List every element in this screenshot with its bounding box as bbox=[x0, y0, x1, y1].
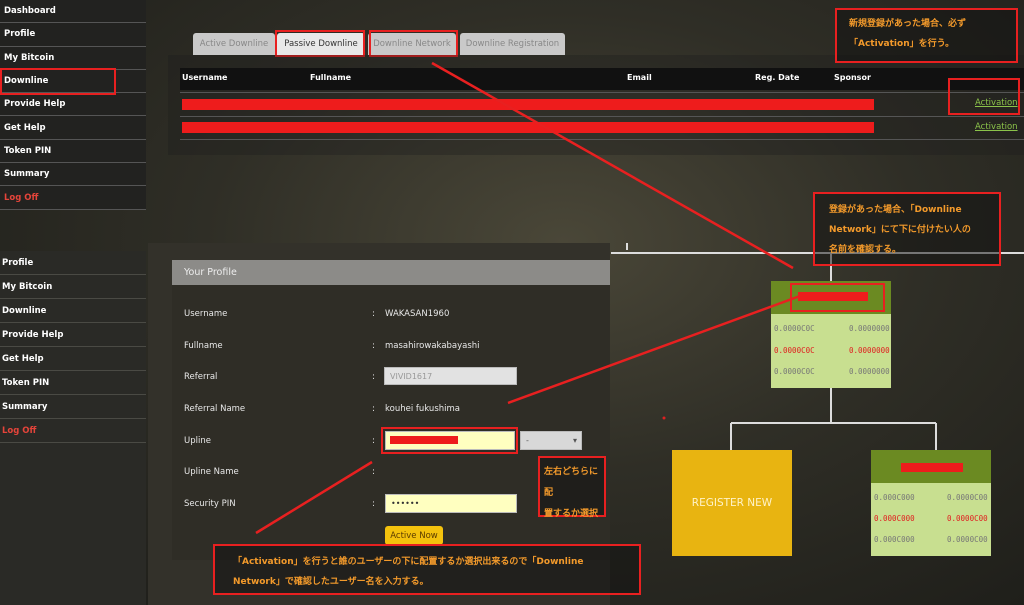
node-value: 0.0000C0C bbox=[774, 324, 815, 333]
node-value: 0.000C000 bbox=[874, 535, 915, 544]
register-new-slot[interactable]: REGISTER NEW bbox=[672, 450, 792, 556]
node-value: 0.0000000 bbox=[849, 367, 890, 376]
node-value: 0.0000C0C bbox=[774, 367, 815, 376]
node-value: 0.0000000 bbox=[849, 346, 890, 355]
node-value: 0.0000000 bbox=[849, 324, 890, 333]
note-network: 登録があった場合、「Downline Network」にて下に付けたい人の 名前… bbox=[813, 192, 1001, 266]
node-value: 0.0000C00 bbox=[947, 535, 988, 544]
redacted-right-node-name bbox=[901, 463, 963, 472]
note-network-line2: Network」にて下に付けたい人の bbox=[829, 225, 971, 235]
node-value: 0.0000C0C bbox=[774, 346, 815, 355]
node-value: 0.000C000 bbox=[874, 493, 915, 502]
note-network-line1: 登録があった場合、「Downline bbox=[829, 205, 962, 215]
node-value: 0.0000C00 bbox=[947, 514, 988, 523]
note-network-line3: 名前を確認する。 bbox=[829, 245, 902, 255]
node-value: 0.0000C00 bbox=[947, 493, 988, 502]
node-name-highlight bbox=[790, 283, 885, 312]
node-value: 0.000C000 bbox=[874, 514, 915, 523]
